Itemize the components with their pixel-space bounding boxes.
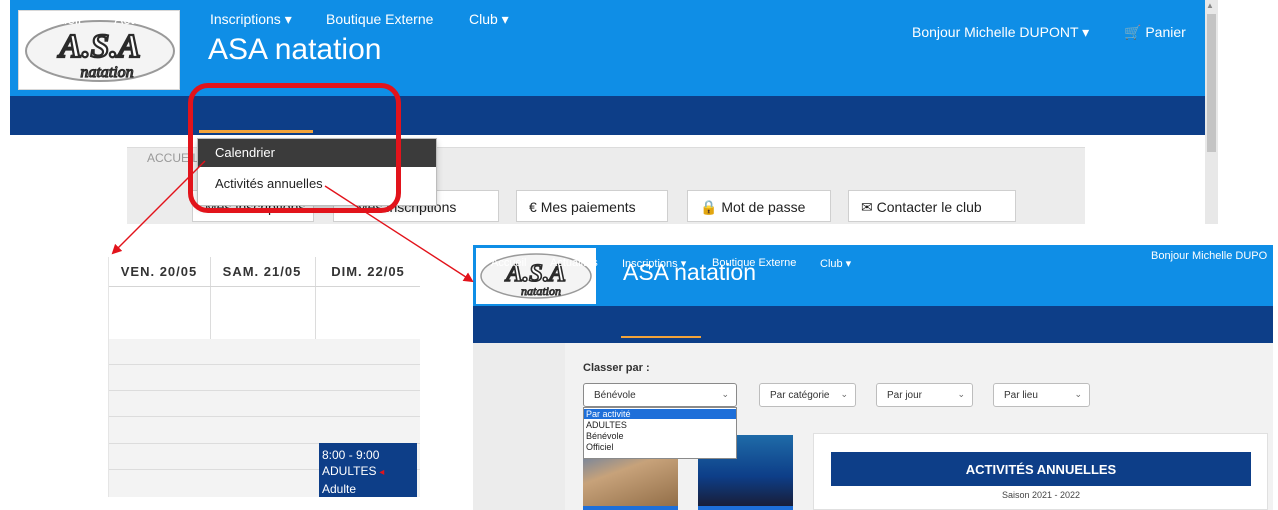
sort-select-place[interactable]: Par lieu ⌄ bbox=[993, 383, 1090, 407]
contacter-club-button[interactable]: ✉ Contacter le club bbox=[848, 190, 1016, 222]
chevron-down-icon: ⌄ bbox=[840, 389, 848, 399]
mot-de-passe-label: Mot de passe bbox=[721, 199, 806, 215]
euro-icon: € bbox=[529, 199, 541, 215]
cart-link[interactable]: 🛒 Panier bbox=[1124, 24, 1186, 41]
nav-accueil[interactable]: Accueil bbox=[491, 257, 526, 269]
nav-club-label: Club bbox=[469, 11, 498, 27]
svg-text:natation: natation bbox=[80, 64, 133, 81]
nav-club[interactable]: Club ▾ bbox=[820, 257, 851, 270]
event-time: 8:00 - 9:00 bbox=[322, 448, 380, 462]
site-header bbox=[10, 0, 1205, 96]
calendar-event[interactable]: 8:00 - 9:00 ADULTES ◂ Adulte bbox=[319, 443, 417, 497]
caret-left-icon: ◂ bbox=[376, 467, 385, 478]
select-value: Par lieu bbox=[1004, 390, 1038, 401]
caret-down-icon: ▾ bbox=[1082, 24, 1090, 40]
nav-club-label: Club bbox=[820, 258, 843, 270]
activities-banner: ACTIVITÉS ANNUELLES bbox=[831, 452, 1251, 486]
svg-text:natation: natation bbox=[521, 284, 561, 298]
caret-down-icon: ▾ bbox=[842, 258, 852, 270]
select-options-list: Par activité ADULTES Bénévole Officiel bbox=[583, 407, 737, 459]
highlight-box bbox=[188, 83, 401, 213]
activities-crop: A.S.A natation ASA natation Bonjour Mich… bbox=[473, 245, 1273, 510]
nav-inscriptions-label: Inscriptions bbox=[210, 11, 281, 27]
grid-line bbox=[109, 390, 420, 391]
caret-down-icon: ▾ bbox=[497, 11, 509, 27]
svg-text:A.S.A: A.S.A bbox=[57, 28, 140, 65]
nav-actualites[interactable]: Actualités bbox=[550, 257, 598, 269]
lock-icon: 🔒 bbox=[700, 199, 722, 215]
col-divider bbox=[315, 257, 316, 339]
chevron-down-icon: ⌄ bbox=[957, 389, 965, 399]
image-caption-bar bbox=[698, 506, 793, 510]
col-header-dim: DIM. 22/05 bbox=[331, 264, 405, 279]
scroll-up-icon[interactable]: ▲ bbox=[1206, 1, 1214, 10]
sort-select-category[interactable]: Par catégorie ⌄ bbox=[759, 383, 856, 407]
event-subtitle: Adulte bbox=[322, 482, 357, 496]
cart-label: Panier bbox=[1145, 24, 1186, 40]
nav-club[interactable]: Club ▾ bbox=[469, 11, 509, 28]
nav-inscriptions-label: Inscriptions bbox=[622, 258, 678, 270]
mot-de-passe-button[interactable]: 🔒 Mot de passe bbox=[687, 190, 831, 222]
event-title: ADULTES bbox=[322, 464, 377, 478]
nav-active-indicator bbox=[621, 336, 701, 338]
nav-boutique[interactable]: Boutique Externe bbox=[712, 257, 796, 269]
nav-accueil[interactable]: Accueil bbox=[36, 11, 81, 27]
nav-inscriptions[interactable]: Inscriptions ▾ bbox=[622, 257, 686, 270]
calendar-crop: VEN. 20/05 SAM. 21/05 DIM. 22/05 8:00 - … bbox=[108, 257, 420, 497]
chevron-down-icon: ⌄ bbox=[721, 389, 729, 399]
option-adultes[interactable]: ADULTES bbox=[584, 420, 736, 430]
option-officiel[interactable]: Officiel bbox=[584, 442, 736, 452]
main-nav bbox=[473, 306, 1273, 343]
envelope-icon: ✉ bbox=[861, 199, 877, 215]
chevron-down-icon: ⌄ bbox=[1074, 389, 1082, 399]
col-divider bbox=[210, 257, 211, 339]
nav-actualites[interactable]: Actualités bbox=[114, 11, 175, 27]
sort-select-activity[interactable]: Bénévole ⌄ bbox=[583, 383, 737, 407]
caret-down-icon: ▾ bbox=[677, 258, 687, 270]
scrollbar-thumb[interactable] bbox=[1207, 14, 1216, 152]
grid-line bbox=[109, 364, 420, 365]
header-divider bbox=[109, 286, 420, 287]
top-screenshot: A.S.A natation ASA natation Bonjour Mich… bbox=[0, 0, 1218, 224]
image-caption-bar bbox=[583, 506, 678, 510]
mes-paiements-button[interactable]: € Mes paiements bbox=[516, 190, 668, 222]
caret-down-icon: ▾ bbox=[280, 11, 292, 27]
grid-line bbox=[109, 416, 420, 417]
user-greeting: Bonjour Michelle DUPONT bbox=[912, 24, 1079, 40]
season-label: Saison 2021 - 2022 bbox=[1001, 490, 1081, 500]
col-header-ven: VEN. 20/05 bbox=[120, 264, 198, 279]
col-header-sam: SAM. 21/05 bbox=[222, 264, 302, 279]
cart-icon: 🛒 bbox=[1124, 24, 1142, 40]
user-menu[interactable]: Bonjour Michelle DUPO bbox=[1151, 250, 1267, 262]
nav-inscriptions[interactable]: Inscriptions ▾ bbox=[210, 11, 292, 28]
option-par-activite[interactable]: Par activité bbox=[584, 409, 736, 419]
option-benevole[interactable]: Bénévole bbox=[584, 431, 736, 441]
mes-paiements-label: Mes paiements bbox=[540, 199, 636, 215]
nav-boutique[interactable]: Boutique Externe bbox=[326, 11, 433, 27]
select-value: Par jour bbox=[887, 390, 923, 401]
select-value: Bénévole bbox=[594, 390, 636, 401]
sort-select-day[interactable]: Par jour ⌄ bbox=[876, 383, 973, 407]
sort-label: Classer par : bbox=[583, 362, 650, 374]
contacter-club-label: Contacter le club bbox=[876, 199, 982, 215]
select-value: Par catégorie bbox=[770, 390, 830, 401]
site-title: ASA natation bbox=[208, 33, 382, 66]
user-menu[interactable]: Bonjour Michelle DUPONT ▾ bbox=[912, 24, 1089, 41]
